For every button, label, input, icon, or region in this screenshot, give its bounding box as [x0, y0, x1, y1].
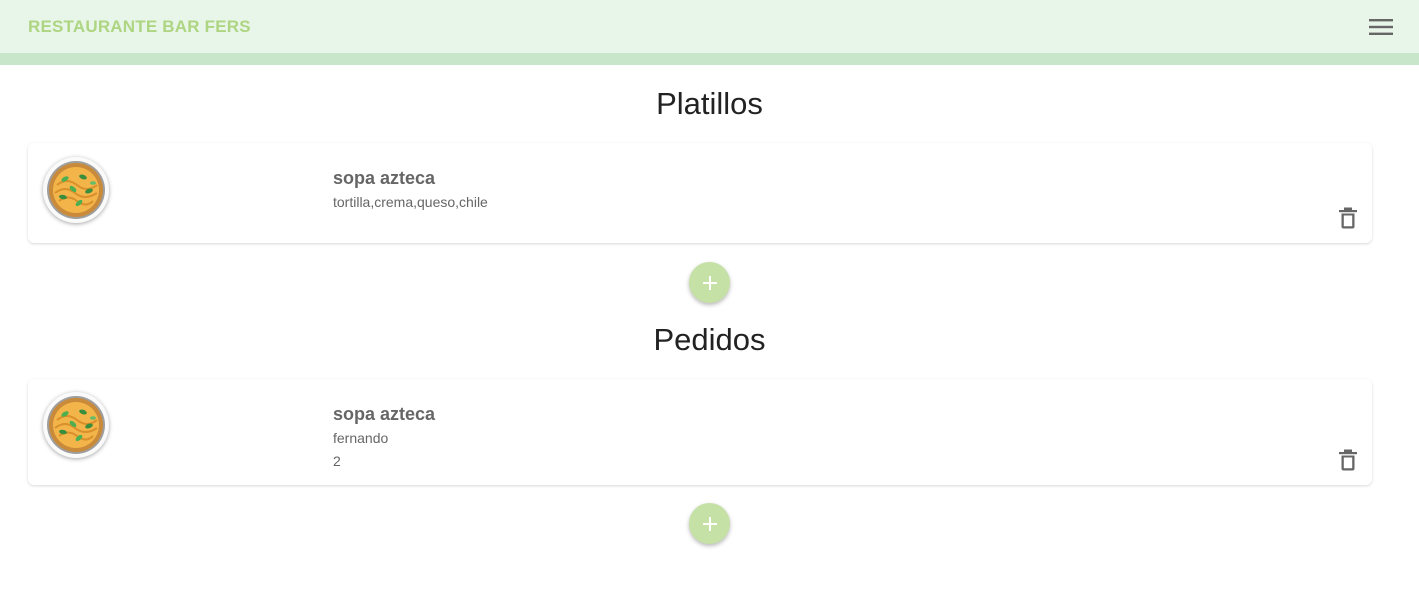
avatar — [43, 157, 109, 223]
platillo-info: sopa azteca tortilla,crema,queso,chile — [333, 167, 488, 214]
dish-ingredients: tortilla,crema,queso,chile — [333, 194, 488, 210]
pedido-card[interactable]: sopa azteca fernando 2 — [28, 379, 1372, 485]
dish-name: sopa azteca — [333, 168, 436, 188]
platillo-card[interactable]: sopa azteca tortilla,crema,queso,chile — [28, 143, 1372, 243]
avatar — [43, 392, 109, 458]
pedidos-title: Pedidos — [653, 322, 766, 357]
trash-icon — [1339, 207, 1357, 229]
menu-icon — [1369, 18, 1393, 35]
pedido-quantity: 2 — [333, 453, 341, 469]
plus-icon — [702, 516, 717, 531]
app-bar: RESTAURANTE BAR FERS — [0, 0, 1419, 53]
pasta-bowl-icon — [47, 396, 105, 454]
trash-icon — [1339, 449, 1357, 471]
platillos-title: Platillos — [656, 86, 763, 121]
dish-name: sopa azteca — [333, 404, 436, 424]
pedido-info: sopa azteca fernando 2 — [333, 403, 435, 473]
add-platillo-button[interactable] — [689, 262, 730, 303]
app-title: RESTAURANTE BAR FERS — [28, 16, 251, 36]
pasta-bowl-icon — [47, 161, 105, 219]
delete-platillo-button[interactable] — [1338, 207, 1358, 229]
delete-pedido-button[interactable] — [1338, 449, 1358, 471]
add-pedido-button[interactable] — [689, 503, 730, 544]
plus-icon — [702, 275, 717, 290]
app-bar-accent-strip — [0, 53, 1419, 65]
pedido-customer: fernando — [333, 430, 389, 446]
menu-button[interactable] — [1365, 11, 1397, 43]
